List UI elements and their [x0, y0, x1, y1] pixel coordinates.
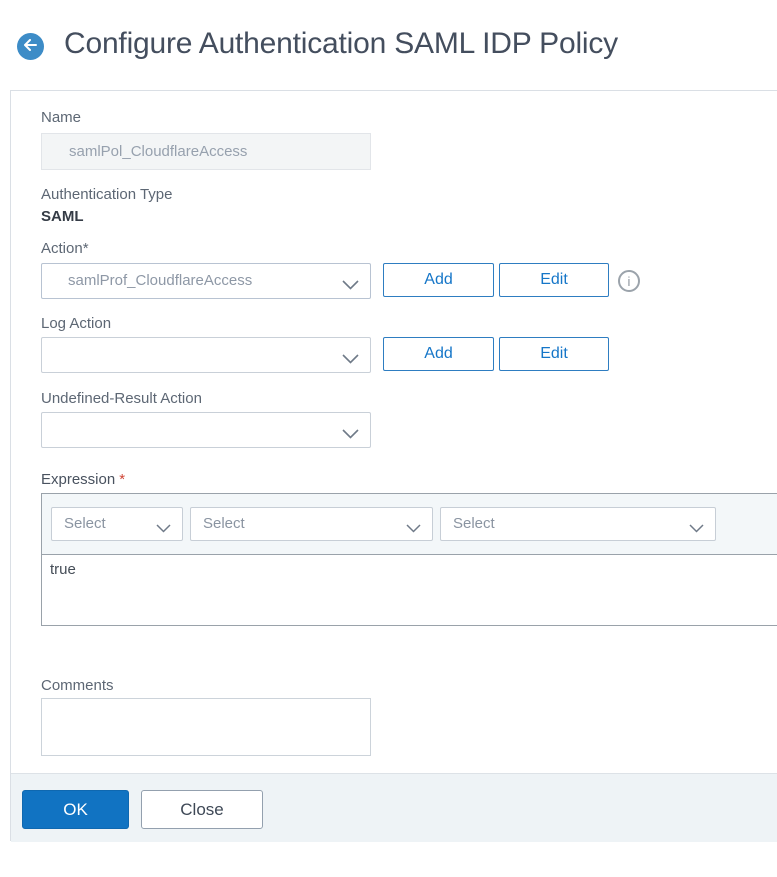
- info-icon[interactable]: i: [618, 270, 640, 292]
- chevron-down-icon: [689, 520, 704, 538]
- footer-bar: OK Close: [11, 773, 777, 842]
- expression-label: Expression *: [41, 471, 125, 488]
- expression-operand-select-2-value: Select: [203, 515, 245, 532]
- form-panel: Name samlPol_CloudflareAccess Authentica…: [10, 90, 777, 842]
- expression-operand-select-2[interactable]: Select: [190, 507, 433, 541]
- chevron-down-icon: [342, 277, 359, 295]
- close-button[interactable]: Close: [141, 790, 263, 829]
- comments-label: Comments: [41, 677, 114, 694]
- expression-builder: Select Select Select true: [41, 493, 777, 626]
- log-action-label: Log Action: [41, 315, 112, 332]
- action-label: Action*: [41, 240, 89, 257]
- arrow-left-icon: [23, 38, 38, 56]
- back-button[interactable]: [17, 33, 44, 60]
- action-select-value: samlProf_CloudflareAccess: [68, 272, 253, 289]
- comments-input[interactable]: [42, 699, 370, 755]
- chevron-down-icon: [406, 520, 421, 538]
- action-select[interactable]: samlProf_CloudflareAccess: [41, 263, 371, 299]
- name-field-value: samlPol_CloudflareAccess: [69, 143, 248, 160]
- authentication-type-label: Authentication Type: [41, 186, 173, 203]
- expression-toolbar: Select Select Select: [42, 494, 777, 555]
- ok-button[interactable]: OK: [22, 790, 129, 829]
- log-action-select[interactable]: [41, 337, 371, 373]
- chevron-down-icon: [342, 351, 359, 369]
- expression-operand-select-3-value: Select: [453, 515, 495, 532]
- comments-field-wrap: [41, 698, 371, 756]
- chevron-down-icon: [156, 520, 171, 538]
- authentication-type-value: SAML: [41, 208, 84, 225]
- log-action-edit-button[interactable]: Edit: [499, 337, 609, 371]
- undefined-result-action-select[interactable]: [41, 412, 371, 448]
- page-title: Configure Authentication SAML IDP Policy: [64, 27, 618, 60]
- name-label: Name: [41, 109, 82, 126]
- expression-input[interactable]: true: [42, 555, 777, 625]
- log-action-add-button[interactable]: Add: [383, 337, 494, 371]
- undefined-result-action-label: Undefined-Result Action: [41, 390, 202, 407]
- action-add-button[interactable]: Add: [383, 263, 494, 297]
- expression-label-text: Expression: [41, 471, 116, 488]
- required-asterisk: *: [119, 471, 126, 488]
- expression-operand-select-3[interactable]: Select: [440, 507, 716, 541]
- action-edit-button[interactable]: Edit: [499, 263, 609, 297]
- name-field: samlPol_CloudflareAccess: [41, 133, 371, 170]
- expression-operand-select-1[interactable]: Select: [51, 507, 183, 541]
- chevron-down-icon: [342, 426, 359, 444]
